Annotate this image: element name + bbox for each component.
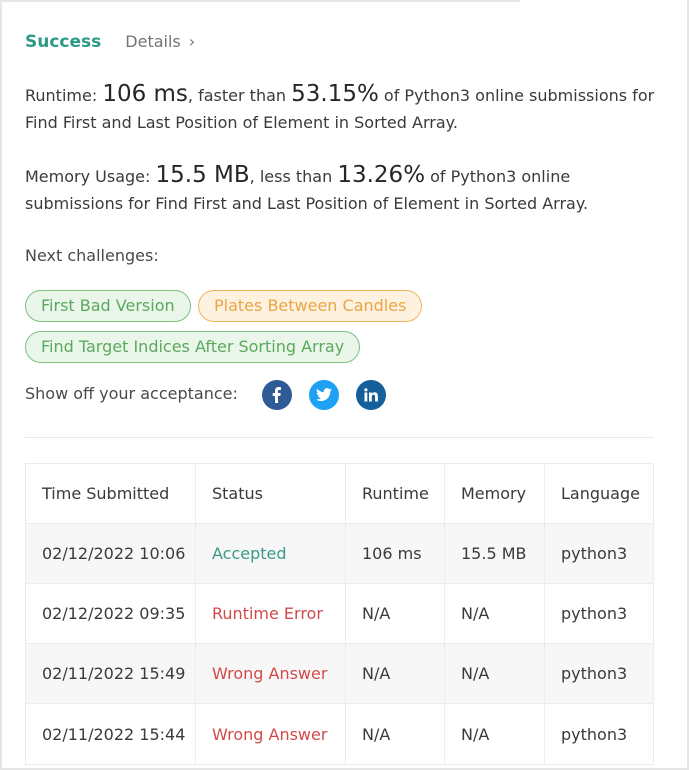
challenge-chip-plates-between-candles[interactable]: Plates Between Candles (198, 290, 423, 322)
share-label: Show off your acceptance: (25, 384, 238, 403)
submission-status-link[interactable]: Wrong Answer (196, 644, 346, 704)
runtime-percent: 53.15% (291, 81, 379, 107)
memory-value: 15.5 MB (155, 162, 250, 188)
panel-border-top (0, 0, 520, 2)
submission-status-link[interactable]: Accepted (196, 524, 346, 584)
result-header: Success Details › (25, 32, 195, 52)
memory-label: Memory Usage: (25, 167, 151, 186)
submission-runtime: N/A (346, 704, 445, 764)
panel-border-left (0, 0, 2, 770)
column-header-status: Status (196, 464, 346, 524)
submission-language: python3 (545, 524, 653, 584)
facebook-icon[interactable] (262, 380, 292, 410)
column-header-runtime: Runtime (346, 464, 445, 524)
submission-runtime: N/A (346, 584, 445, 644)
submission-memory: N/A (445, 644, 545, 704)
runtime-label: Runtime: (25, 86, 98, 105)
submission-status-link[interactable]: Runtime Error (196, 584, 346, 644)
runtime-value: 106 ms (102, 81, 188, 107)
runtime-summary: Runtime: 106 ms, faster than 53.15% of P… (25, 81, 655, 132)
table-row: 02/12/2022 09:35 Runtime Error N/A N/A p… (26, 584, 653, 644)
submission-time: 02/11/2022 15:44 (26, 704, 196, 764)
success-status: Success (25, 32, 102, 52)
memory-comparison: less than (259, 167, 333, 186)
section-divider (25, 437, 654, 438)
runtime-comparison: faster than (198, 86, 287, 105)
twitter-icon[interactable] (309, 380, 339, 410)
submission-memory: N/A (445, 704, 545, 764)
chevron-right-icon: › (188, 32, 196, 51)
table-header-row: Time Submitted Status Runtime Memory Lan… (26, 464, 653, 524)
challenge-chip-first-bad-version[interactable]: First Bad Version (25, 290, 191, 322)
submission-time: 02/12/2022 09:35 (26, 584, 196, 644)
table-row: 02/11/2022 15:44 Wrong Answer N/A N/A py… (26, 704, 653, 764)
submission-time: 02/11/2022 15:49 (26, 644, 196, 704)
next-challenges-label: Next challenges: (25, 246, 159, 265)
submission-language: python3 (545, 644, 653, 704)
submission-language: python3 (561, 724, 628, 744)
details-link[interactable]: Details › (125, 32, 195, 51)
submission-runtime: 106 ms (346, 524, 445, 584)
submission-status-link[interactable]: Wrong Answer (196, 704, 346, 764)
submission-memory: N/A (445, 584, 545, 644)
submission-memory: 15.5 MB (445, 524, 545, 584)
column-header-language: Language (545, 464, 653, 524)
table-row: 02/11/2022 15:49 Wrong Answer N/A N/A py… (26, 644, 653, 704)
submission-time: 02/12/2022 10:06 (26, 524, 196, 584)
challenge-chip-find-target-indices[interactable]: Find Target Indices After Sorting Array (25, 331, 361, 363)
memory-summary: Memory Usage: 15.5 MB, less than 13.26% … (25, 162, 589, 213)
column-header-time: Time Submitted (26, 464, 196, 524)
column-header-memory: Memory (445, 464, 545, 524)
memory-percent: 13.26% (337, 162, 426, 188)
submission-language: python3 (545, 584, 653, 644)
submissions-table: Time Submitted Status Runtime Memory Lan… (25, 463, 654, 765)
table-row: 02/12/2022 10:06 Accepted 106 ms 15.5 MB… (26, 524, 653, 584)
details-label: Details (125, 32, 181, 51)
linkedin-icon[interactable] (356, 380, 386, 410)
submission-runtime: N/A (346, 644, 445, 704)
